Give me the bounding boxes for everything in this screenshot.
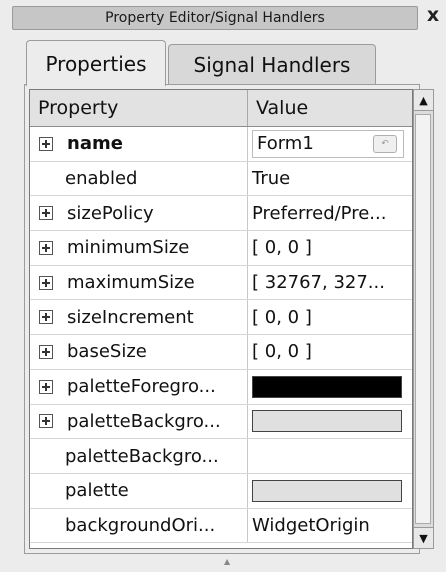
table-header: Property Value [30,90,412,127]
property-value-cell[interactable]: [ 0, 0 ] [248,231,412,265]
property-value-cell[interactable] [248,405,412,439]
property-name: sizePolicy [67,202,154,224]
property-value-cell[interactable]: [ 0, 0 ] [248,300,412,334]
plus-box-icon[interactable] [39,206,53,221]
property-value: True [252,168,291,190]
column-header-property-label: Property [38,97,119,119]
property-name-cell[interactable]: baseSize [30,335,248,369]
property-name-cell[interactable]: sizeIncrement [30,300,248,335]
property-value: [ 0, 0 ] [252,306,312,328]
table-row[interactable]: palette [30,473,412,509]
column-header-property[interactable]: Property [30,90,248,126]
arrow-down-icon: ▼ [419,531,428,545]
property-value-cell[interactable] [248,439,412,473]
scroll-down-button[interactable]: ▼ [414,527,433,548]
window-title: Property Editor/Signal Handlers [12,6,418,30]
property-name: baseSize [67,341,147,363]
property-value-cell[interactable]: True [248,162,412,196]
property-value-cell[interactable]: Preferred/Pre... [248,196,412,230]
property-value: Form1 [257,133,314,155]
plus-box-icon[interactable] [39,136,53,151]
scroll-up-button[interactable]: ▲ [414,90,433,111]
name-value-input[interactable]: Form1 ↶ [252,129,404,158]
property-name: sizeIncrement [67,306,194,328]
table-row[interactable]: backgroundOri... WidgetOrigin [30,508,412,544]
property-value-cell[interactable] [248,370,412,404]
resize-grip-icon[interactable]: ▲ [224,557,230,566]
property-name-cell[interactable]: palette [30,473,248,508]
color-swatch[interactable] [252,479,402,502]
table-row[interactable]: enabled True [30,161,412,197]
table-row[interactable]: sizeIncrement [ 0, 0 ] [30,300,412,336]
reset-arrow-icon[interactable]: ↶ [373,134,397,153]
property-name-cell[interactable]: enabled [30,161,248,196]
window-title-text: Property Editor/Signal Handlers [105,10,325,26]
table-row[interactable]: baseSize [ 0, 0 ] [30,335,412,370]
tab-properties[interactable]: Properties [26,40,166,86]
property-name-cell[interactable]: maximumSize [30,265,248,300]
plus-box-icon[interactable] [39,344,53,359]
arrow-up-icon: ▲ [419,93,428,107]
property-name-cell[interactable]: name [30,127,248,161]
table-row[interactable]: paletteBackgro... [30,439,412,474]
property-name-cell[interactable]: paletteForegro... [30,369,248,404]
column-header-value-label: Value [256,97,309,119]
property-value-cell[interactable]: WidgetOrigin [248,509,412,543]
property-name: paletteBackgro... [67,410,221,432]
property-name: maximumSize [67,272,195,294]
property-name: minimumSize [67,237,190,259]
property-name: palette [65,480,129,502]
property-editor-window: Property Editor/Signal Handlers x Proper… [0,0,446,572]
property-name-cell[interactable]: paletteBackgro... [30,439,248,473]
property-value-cell[interactable]: [ 32767, 327... [248,266,412,300]
color-swatch[interactable] [252,375,402,398]
tab-signal-handlers[interactable]: Signal Handlers [168,44,376,84]
property-name-cell[interactable]: backgroundOri... [30,508,248,543]
property-table: Property Value name Form1 ↶ enabled True size… [29,89,413,549]
table-row[interactable]: sizePolicy Preferred/Pre... [30,196,412,232]
close-icon: x [426,4,440,26]
plus-box-icon[interactable] [39,414,53,429]
property-name: paletteBackgro... [65,445,219,467]
property-value: [ 0, 0 ] [252,237,312,259]
table-row[interactable]: paletteBackgro... [30,404,412,440]
column-header-value[interactable]: Value [248,90,412,126]
property-value-cell[interactable] [248,474,412,508]
property-name-cell[interactable]: minimumSize [30,231,248,265]
plus-box-icon[interactable] [39,310,53,325]
plus-box-icon[interactable] [39,275,53,290]
property-value: WidgetOrigin [252,514,370,536]
tab-properties-label: Properties [45,51,147,76]
property-name: backgroundOri... [65,514,216,536]
table-row[interactable]: minimumSize [ 0, 0 ] [30,231,412,266]
property-name: paletteForegro... [67,376,216,398]
property-value-cell[interactable]: Form1 ↶ [248,127,412,161]
table-row[interactable]: name Form1 ↶ [30,127,412,162]
close-button[interactable]: x [424,4,442,26]
plus-box-icon[interactable] [39,240,53,255]
property-value: [ 32767, 327... [252,272,385,294]
scroll-thumb[interactable] [415,114,431,524]
property-name: enabled [65,168,138,190]
color-swatch[interactable] [252,410,402,433]
table-row[interactable]: paletteForegro... [30,369,412,405]
table-row[interactable]: maximumSize [ 32767, 327... [30,265,412,301]
property-value: [ 0, 0 ] [252,341,312,363]
plus-box-icon[interactable] [39,379,53,394]
property-name-cell[interactable]: sizePolicy [30,196,248,231]
vertical-scrollbar[interactable]: ▲ ▼ [413,89,434,549]
tab-signal-handlers-label: Signal Handlers [193,52,351,77]
property-name-cell[interactable]: paletteBackgro... [30,404,248,439]
property-name: name [67,133,123,155]
property-value-cell[interactable]: [ 0, 0 ] [248,335,412,369]
property-value: Preferred/Pre... [252,202,387,224]
table-rows: name Form1 ↶ enabled True sizePolicy Preferred… [30,127,412,544]
